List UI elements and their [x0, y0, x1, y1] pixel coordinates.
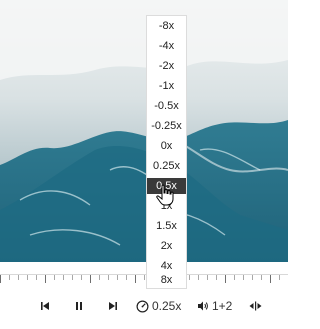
speed-option-0-25x[interactable]: 0.25x — [147, 158, 186, 174]
speed-option-0x[interactable]: 0x — [147, 138, 186, 154]
timeline-bar[interactable] — [0, 262, 288, 288]
speed-option-minus-0-5x[interactable]: -0.5x — [147, 98, 186, 114]
audio-track-button[interactable]: 1+2 — [197, 298, 235, 314]
speed-button[interactable]: 0.25x — [136, 298, 186, 314]
speed-option-minus-4x[interactable]: -4x — [147, 38, 186, 54]
speed-gauge-icon — [136, 300, 149, 312]
speed-value: 0.25x — [152, 299, 182, 313]
speed-option-8x[interactable]: 8x — [147, 272, 186, 288]
player-controls: 0.25x 1+2 — [0, 288, 288, 329]
expand-horizontal-icon — [249, 301, 261, 311]
speed-option-minus-1x[interactable]: -1x — [147, 78, 186, 94]
speed-option-1-5x[interactable]: 1.5x — [147, 218, 186, 234]
speed-option-2x[interactable]: 2x — [147, 238, 186, 254]
skip-previous-icon — [41, 302, 49, 310]
audio-track-value: 1+2 — [212, 299, 233, 313]
timeline-major-ticks — [0, 275, 288, 283]
skip-previous-button[interactable] — [38, 298, 52, 314]
speed-option-1x[interactable]: 1x — [147, 198, 186, 214]
skip-next-button[interactable] — [106, 298, 120, 314]
expand-horizontal-button[interactable] — [247, 298, 263, 314]
speed-option-minus-2x[interactable]: -2x — [147, 58, 186, 74]
ocean-wave-image — [0, 0, 288, 262]
speed-option-0-5x[interactable]: 0.5x — [147, 178, 186, 194]
pause-icon — [76, 302, 82, 310]
speed-menu: -8x -4x -2x -1x -0.5x -0.25x 0x 0.25x 0.… — [146, 15, 187, 289]
video-frame[interactable] — [0, 0, 288, 262]
speed-option-minus-8x[interactable]: -8x — [147, 18, 186, 34]
pause-button[interactable] — [72, 298, 86, 314]
skip-next-icon — [109, 302, 117, 310]
speed-option-minus-0-25x[interactable]: -0.25x — [147, 118, 186, 134]
audio-volume-icon — [198, 301, 208, 311]
